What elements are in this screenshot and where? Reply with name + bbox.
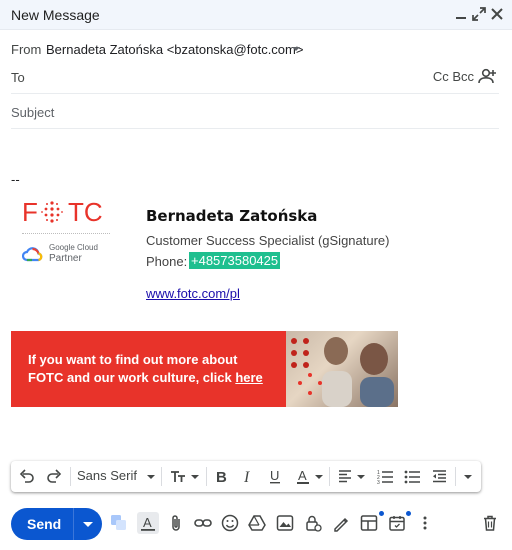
toolbar-divider bbox=[455, 467, 456, 486]
to-row[interactable]: To Cc Bcc bbox=[11, 64, 499, 94]
banner-line2: FOTC and our work culture, click bbox=[28, 370, 236, 385]
text-color-chevron-icon[interactable] bbox=[315, 475, 323, 479]
window-title: New Message bbox=[11, 7, 100, 23]
expand-icon[interactable] bbox=[471, 6, 487, 22]
toolbar-divider bbox=[70, 467, 71, 486]
phone-label: Phone: bbox=[146, 254, 188, 269]
svg-text:A: A bbox=[143, 515, 152, 530]
banner-dots-decoration bbox=[291, 337, 394, 407]
svg-text:F: F bbox=[22, 197, 38, 227]
promo-banner[interactable]: If you want to find out more about FOTC … bbox=[11, 331, 398, 407]
from-row: From Bernadeta Zatońska <bzatonska@fotc.… bbox=[11, 34, 499, 64]
signature-separator: -- bbox=[11, 172, 20, 187]
underline-icon[interactable]: U bbox=[267, 466, 283, 486]
subject-placeholder: Subject bbox=[11, 105, 55, 120]
confidential-mode-icon[interactable] bbox=[304, 514, 322, 532]
minimize-icon[interactable] bbox=[453, 6, 469, 22]
to-label: To bbox=[11, 70, 25, 85]
website-link[interactable]: www.fotc.com/pl bbox=[146, 286, 240, 301]
logo-divider bbox=[22, 233, 110, 234]
send-label: Send bbox=[27, 516, 62, 532]
add-recipient-icon[interactable] bbox=[477, 67, 497, 85]
send-divider bbox=[73, 508, 74, 540]
text-size-icon[interactable] bbox=[169, 466, 187, 486]
fotc-logo: F TC bbox=[22, 197, 103, 227]
text-size-chevron-icon[interactable] bbox=[191, 475, 199, 479]
more-formatting-chevron-icon[interactable] bbox=[464, 475, 472, 479]
numbered-list-icon[interactable]: 123 bbox=[377, 466, 393, 486]
svg-text:3: 3 bbox=[377, 480, 380, 486]
google-cloud-partner-badge: Google Cloud Partner bbox=[22, 243, 122, 265]
svg-text:I: I bbox=[243, 469, 250, 486]
from-select[interactable]: Bernadeta Zatońska <bzatonska@fotc.com> bbox=[46, 42, 303, 57]
partner-line1: Google Cloud bbox=[49, 243, 98, 252]
font-chevron-icon[interactable] bbox=[147, 475, 155, 479]
attach-file-icon[interactable] bbox=[167, 514, 185, 532]
insert-photo-icon[interactable] bbox=[276, 514, 294, 532]
layouts-icon[interactable] bbox=[360, 514, 378, 532]
subject-field[interactable]: Subject bbox=[11, 96, 499, 129]
more-options-icon[interactable] bbox=[416, 514, 434, 532]
toolbar-divider bbox=[206, 467, 207, 486]
formatting-options-icon[interactable] bbox=[110, 514, 128, 532]
formatting-toolbar: Sans Serif B I U A 123 bbox=[11, 461, 481, 492]
banner-line1: If you want to find out more about bbox=[28, 352, 238, 367]
text-color-icon[interactable]: A bbox=[295, 466, 311, 486]
toolbar-divider bbox=[161, 467, 162, 486]
close-icon[interactable] bbox=[489, 6, 505, 22]
signature-name: Bernadeta Zatońska bbox=[146, 207, 318, 225]
text-format-icon[interactable]: A bbox=[137, 512, 159, 534]
from-label: From bbox=[11, 42, 42, 57]
svg-text:U: U bbox=[270, 468, 279, 483]
toolbar-divider bbox=[329, 467, 330, 486]
bulleted-list-icon[interactable] bbox=[404, 466, 420, 486]
discard-draft-icon[interactable] bbox=[481, 514, 499, 532]
banner-link[interactable]: here bbox=[235, 370, 262, 385]
google-drive-icon[interactable] bbox=[248, 514, 266, 532]
indent-less-icon[interactable] bbox=[431, 466, 447, 486]
insert-link-icon[interactable] bbox=[194, 514, 212, 532]
partner-line2: Partner bbox=[49, 253, 82, 264]
svg-text:A: A bbox=[298, 468, 307, 483]
signature-icon[interactable] bbox=[332, 514, 350, 532]
schedule-event-icon[interactable] bbox=[388, 514, 406, 532]
phone-number[interactable]: +48573580425 bbox=[189, 252, 281, 269]
signature-role: Customer Success Specialist (gSignature) bbox=[146, 233, 390, 248]
italic-icon[interactable]: I bbox=[240, 466, 256, 486]
banner-text: If you want to find out more about FOTC … bbox=[28, 351, 278, 387]
align-icon[interactable] bbox=[337, 466, 353, 486]
google-cloud-icon bbox=[22, 247, 43, 262]
banner-photo bbox=[286, 331, 398, 407]
redo-icon[interactable] bbox=[46, 466, 62, 486]
emoji-icon[interactable] bbox=[221, 514, 239, 532]
bold-icon[interactable]: B bbox=[213, 466, 229, 486]
svg-text:B: B bbox=[216, 469, 227, 486]
compose-header: New Message bbox=[0, 0, 512, 30]
chevron-down-icon[interactable] bbox=[292, 47, 300, 51]
svg-text:TC: TC bbox=[68, 197, 103, 227]
font-select[interactable]: Sans Serif bbox=[77, 468, 137, 483]
layouts-badge bbox=[379, 511, 384, 516]
undo-icon[interactable] bbox=[19, 466, 35, 486]
cc-bcc-link[interactable]: Cc Bcc bbox=[433, 69, 474, 84]
send-options-icon[interactable] bbox=[83, 522, 93, 527]
schedule-badge bbox=[406, 511, 411, 516]
align-chevron-icon[interactable] bbox=[357, 475, 365, 479]
send-button[interactable]: Send bbox=[11, 508, 102, 540]
